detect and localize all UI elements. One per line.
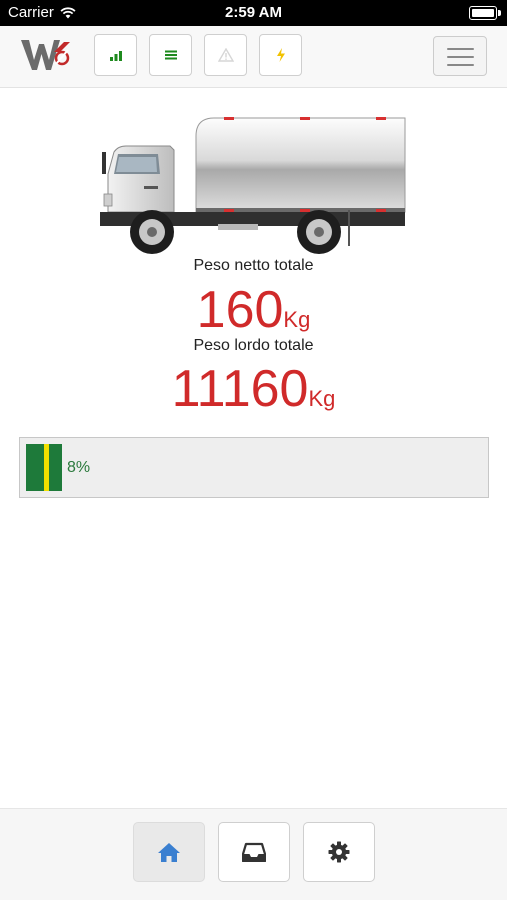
lightning-icon: [276, 48, 285, 62]
tab-inbox[interactable]: [218, 822, 290, 882]
bottom-tab-bar: [0, 808, 507, 900]
hamburger-menu-button[interactable]: [433, 36, 487, 76]
home-icon: [158, 843, 180, 862]
inbox-tray-icon: [242, 842, 266, 862]
net-weight-label: Peso netto totale: [193, 257, 314, 274]
tab-home[interactable]: [133, 822, 205, 882]
app-screen: Carrier 2:59 AM Peso netto totale 160Kg …: [0, 0, 507, 900]
warning-button[interactable]: [204, 34, 247, 76]
load-progress-marker: [44, 444, 49, 491]
tab-settings[interactable]: [303, 822, 375, 882]
net-weight-unit: Kg: [283, 307, 311, 332]
status-bar: Carrier 2:59 AM: [0, 0, 507, 26]
list-button[interactable]: [149, 34, 192, 76]
truck-image: [100, 117, 406, 254]
clock: 2:59 AM: [225, 4, 282, 21]
power-button[interactable]: [259, 34, 302, 76]
load-progress-bar: 8%: [19, 437, 489, 498]
signal-icon: [109, 51, 122, 61]
wa-logo[interactable]: [20, 38, 72, 72]
gear-icon: [328, 841, 350, 863]
list-icon: [164, 50, 177, 60]
gross-weight-value: 11160: [171, 360, 309, 418]
warning-icon: [217, 48, 234, 62]
gross-weight-unit: Kg: [308, 386, 336, 411]
gross-weight-display: 11160Kg: [0, 363, 507, 415]
signal-button[interactable]: [94, 34, 137, 76]
hamburger-line: [447, 56, 474, 58]
load-percent-label: 8%: [67, 459, 91, 476]
gross-weight-label: Peso lordo totale: [193, 337, 314, 354]
top-toolbar: [0, 26, 507, 88]
hamburger-menu-icon: [447, 48, 474, 50]
net-weight-display: 160Kg: [0, 284, 507, 336]
hamburger-line: [447, 64, 474, 66]
net-weight-value: 160: [196, 281, 284, 339]
battery-icon: [469, 6, 501, 20]
